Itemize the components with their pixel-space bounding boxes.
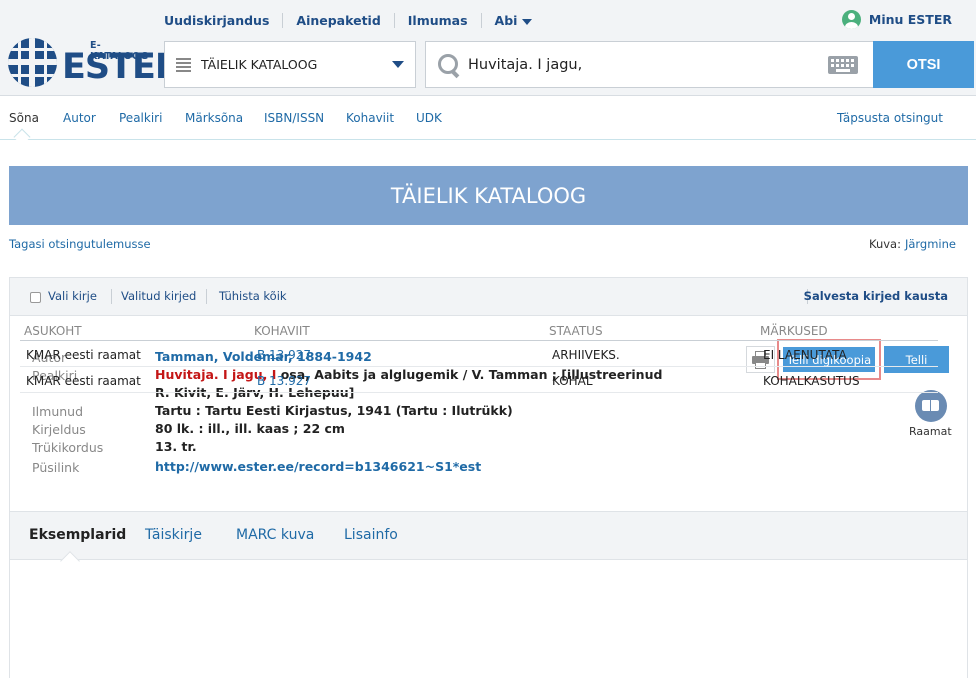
chevron-down-icon (392, 61, 404, 68)
user-label: Minu ESTER (868, 12, 952, 27)
label-edition: Trükikordus (32, 440, 104, 455)
col-notes: MÄRKUSED (760, 324, 828, 338)
globe-icon (8, 38, 57, 87)
tab-kohaviit[interactable]: Kohaviit (346, 111, 394, 125)
nav-abi-label: Abi (494, 13, 518, 28)
user-icon (841, 10, 861, 29)
list-icon (176, 56, 191, 74)
header: Uudiskirjandus Ainepaketid Ilmumas Abi M… (0, 0, 976, 96)
nav-abi[interactable]: Abi (480, 13, 546, 28)
row-notes: EI LAENUTATA (763, 348, 847, 362)
tab-sona[interactable]: Sõna (9, 111, 39, 125)
description-value: 80 lk. : ill., ill. kaas ; 22 cm (155, 421, 345, 436)
permalink-link[interactable]: http://www.ester.ee/record=b1346621~S1*e… (155, 459, 481, 474)
detail-tabs: Eksemplarid Täiskirje MARC kuva Lisainfo (10, 511, 967, 571)
search-type-tabs: Sõna Autor Pealkiri Märksõna ISBN/ISSN K… (0, 97, 976, 146)
col-status: STAATUS (549, 324, 603, 338)
clear-all-link[interactable]: Tühista kõik (219, 289, 287, 303)
select-record-link[interactable]: Vali kirje (48, 289, 97, 303)
record-toolbar: Vali kirje Valitud kirjed Tühista kõik S… (10, 278, 967, 316)
nav-ilmumas[interactable]: Ilmumas (393, 13, 481, 28)
label-published: Ilmunud (32, 404, 84, 419)
edition-value: 13. tr. (155, 439, 197, 454)
selected-records-link[interactable]: Valitud kirjed (121, 289, 196, 303)
row-callnumber-link[interactable]: B 13.927 (257, 374, 311, 388)
search-button[interactable]: OTSI (873, 41, 974, 88)
catalog-select[interactable]: TÄIELIK KATALOOG (164, 41, 416, 88)
table-row: KMAR eesti raamat B 13.927 KOHAL KOHALKA… (20, 367, 938, 393)
tab-marksona[interactable]: Märksõna (185, 111, 243, 125)
row-location: KMAR eesti raamat (26, 374, 141, 388)
permalink-value: http://www.ester.ee/record=b1346621~S1*e… (155, 458, 481, 476)
tab-autor[interactable]: Autor (63, 111, 96, 125)
book-icon (915, 390, 947, 422)
row-status: KOHAL (552, 374, 593, 388)
row-callnumber-link[interactable]: B 13.927 (257, 348, 311, 362)
label-permalink: Püsilink (32, 460, 80, 475)
nav-ainepaketid[interactable]: Ainepaketid (282, 13, 393, 28)
row-location: KMAR eesti raamat (26, 348, 141, 362)
holdings-header: ASUKOHT KOHAVIIT STAATUS MÄRKUSED (20, 322, 938, 341)
user-menu[interactable]: Minu ESTER (841, 10, 952, 29)
keyboard-icon[interactable] (828, 55, 858, 74)
tab-udk[interactable]: UDK (416, 111, 442, 125)
next-record-link[interactable]: Järgmine (905, 237, 956, 251)
published-value: Tartu : Tartu Eesti Kirjastus, 1941 (Tar… (155, 403, 513, 418)
page-title-banner: TÄIELIK KATALOOG (9, 166, 968, 225)
tab-lisainfo[interactable]: Lisainfo (344, 527, 398, 543)
label-description: Kirjeldus (32, 422, 86, 437)
catalog-select-value: TÄIELIK KATALOOG (201, 57, 318, 72)
tab-taiskirje[interactable]: Täiskirje (145, 527, 202, 543)
row-notes: KOHALKASUTUS (763, 374, 860, 388)
search-input[interactable] (468, 56, 828, 73)
top-nav: Uudiskirjandus Ainepaketid Ilmumas Abi (164, 13, 545, 28)
back-to-results-link[interactable]: Tagasi otsingutulemusse (9, 237, 151, 251)
table-row: KMAR eesti raamat B 13.927 ARHIIVEKS. EI… (20, 341, 938, 367)
tab-isbn-issn[interactable]: ISBN/ISSN (264, 111, 324, 125)
holdings-table: ASUKOHT KOHAVIIT STAATUS MÄRKUSED KMAR e… (20, 322, 938, 393)
chevron-down-icon (522, 18, 533, 25)
ester-logo[interactable]: E-KATALOOG ESTER (8, 38, 182, 88)
tab-eksemplarid[interactable]: Eksemplarid (29, 527, 126, 543)
active-tab-indicator (13, 128, 31, 146)
active-tab-indicator (60, 551, 80, 571)
row-status: ARHIIVEKS. (552, 348, 620, 362)
col-location: ASUKOHT (24, 324, 82, 338)
tab-pealkiri[interactable]: Pealkiri (119, 111, 162, 125)
material-type-label: Raamat (909, 425, 952, 438)
divider (111, 289, 112, 304)
save-records-link[interactable]: Salvesta kirjed kausta (804, 289, 948, 303)
nav-uudiskirjandus[interactable]: Uudiskirjandus (164, 13, 282, 28)
search-box (425, 41, 874, 88)
refine-search-link[interactable]: Täpsusta otsingut (837, 111, 943, 125)
col-callnumber: KOHAVIIT (254, 324, 310, 338)
paging-label: Kuva: (868, 237, 901, 251)
divider (206, 289, 207, 304)
tab-marc-kuva[interactable]: MARC kuva (236, 527, 314, 543)
select-record-checkbox[interactable] (30, 292, 41, 303)
search-icon (436, 52, 462, 78)
paging: Kuva: Järgmine (869, 237, 956, 251)
